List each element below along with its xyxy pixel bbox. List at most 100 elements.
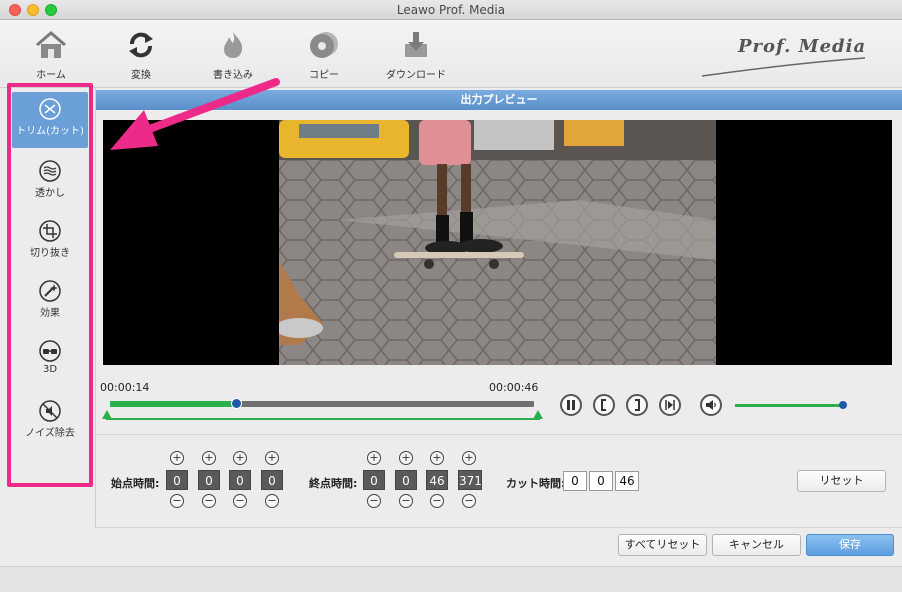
trim-end-handle[interactable] — [533, 410, 543, 419]
window-title: Leawo Prof. Media — [396, 3, 506, 17]
mark-in-icon — [601, 399, 606, 411]
noise-removal-icon — [39, 400, 61, 422]
sidebar-item-label: ノイズ除去 — [25, 428, 75, 439]
mark-out-icon — [635, 399, 640, 411]
volume-icon — [706, 400, 716, 410]
end-min-field[interactable]: 0 — [395, 470, 417, 490]
toolbar-home-label: ホーム — [36, 70, 66, 81]
toolbar-download[interactable]: ダウンロード — [376, 30, 456, 81]
timeline-thumb[interactable] — [231, 398, 243, 409]
convert-icon — [129, 32, 153, 58]
pause-icon — [567, 400, 575, 410]
crop-icon — [39, 220, 61, 242]
start-sec-plus-button[interactable]: + — [233, 451, 247, 465]
end-sec-minus-button[interactable]: − — [430, 494, 444, 508]
reset-all-button[interactable]: すべてリセット — [618, 534, 707, 556]
preview-header: 出力プレビュー — [96, 90, 902, 110]
toolbar-burn-label: 書き込み — [213, 70, 253, 81]
end-time-label: 終点時間: — [309, 477, 358, 490]
sidebar-item-label: トリム(カット) — [16, 126, 84, 137]
download-icon — [405, 32, 427, 57]
cut-hour-field: 0 — [563, 471, 587, 491]
start-hour-plus-button[interactable]: + — [170, 451, 184, 465]
sidebar-item-crop[interactable]: 切り抜き — [12, 214, 88, 270]
cut-min-field: 0 — [589, 471, 613, 491]
start-min-field[interactable]: 0 — [198, 470, 220, 490]
toolbar-copy[interactable]: コピー — [284, 30, 364, 81]
end-min-minus-button[interactable]: − — [399, 494, 413, 508]
cancel-button[interactable]: キャンセル — [712, 534, 801, 556]
end-ms-plus-button[interactable]: + — [462, 451, 476, 465]
skateboard-scene-image — [279, 120, 716, 365]
toolbar-home[interactable]: ホーム — [11, 30, 91, 81]
title-bar: Leawo Prof. Media — [0, 0, 902, 20]
end-sec-plus-button[interactable]: + — [430, 451, 444, 465]
timeline-track[interactable] — [110, 398, 534, 409]
volume-slider[interactable] — [735, 404, 843, 407]
effect-icon — [39, 280, 61, 302]
start-ms-field[interactable]: 0 — [261, 470, 283, 490]
home-icon — [36, 31, 66, 58]
end-ms-minus-button[interactable]: − — [462, 494, 476, 508]
start-sec-minus-button[interactable]: − — [233, 494, 247, 508]
pause-button[interactable] — [560, 394, 582, 416]
trim-icon — [39, 98, 61, 120]
start-hour-field[interactable]: 0 — [166, 470, 188, 490]
start-min-minus-button[interactable]: − — [202, 494, 216, 508]
divider — [96, 434, 902, 435]
sidebar-item-label: 透かし — [35, 188, 65, 199]
sidebar-item-label: 切り抜き — [30, 248, 70, 259]
cut-time-label: カット時間: — [506, 477, 566, 490]
end-ms-field[interactable]: 371 — [458, 470, 482, 490]
timeline-progress — [110, 401, 238, 407]
video-preview[interactable] — [103, 120, 892, 365]
reset-button[interactable]: リセット — [797, 470, 886, 492]
start-min-plus-button[interactable]: + — [202, 451, 216, 465]
end-hour-field[interactable]: 0 — [363, 470, 385, 490]
sidebar-item-label: 3D — [42, 364, 58, 375]
sidebar-item-effect[interactable]: 効果 — [12, 274, 88, 330]
start-sec-field[interactable]: 0 — [229, 470, 251, 490]
toolbar-copy-label: コピー — [309, 70, 339, 81]
sidebar-item-trim[interactable]: トリム(カット) — [12, 92, 88, 148]
start-time-label: 始点時間: — [111, 477, 160, 490]
start-ms-minus-button[interactable]: − — [265, 494, 279, 508]
watermark-icon — [39, 160, 61, 182]
status-bar — [0, 566, 902, 592]
mark-out-button[interactable] — [626, 394, 648, 416]
end-hour-plus-button[interactable]: + — [367, 451, 381, 465]
volume-button[interactable] — [700, 394, 722, 416]
end-sec-field[interactable]: 46 — [426, 470, 448, 490]
toolbar-download-label: ダウンロード — [386, 70, 446, 81]
brand-swoosh — [701, 57, 866, 77]
trim-range-line — [106, 418, 540, 420]
sidebar-item-label: 効果 — [40, 308, 60, 319]
main-toolbar: ホーム 変換 書き込み コピー ダウンロード Prof. Media — [0, 20, 902, 88]
burn-icon — [224, 32, 243, 58]
video-frame — [279, 120, 716, 365]
current-time: 00:00:14 — [100, 381, 150, 394]
brand-logo: Prof. Media — [738, 36, 867, 57]
toolbar-burn[interactable]: 書き込み — [193, 30, 273, 81]
cut-sec-field: 46 — [615, 471, 639, 491]
sidebar-item-watermark[interactable]: 透かし — [12, 154, 88, 210]
toolbar-convert[interactable]: 変換 — [101, 30, 181, 81]
save-button[interactable]: 保存 — [806, 534, 894, 556]
sidebar-item-noise-removal[interactable]: ノイズ除去 — [12, 394, 88, 450]
end-time: 00:00:46 — [489, 381, 539, 394]
end-hour-minus-button[interactable]: − — [367, 494, 381, 508]
3d-glasses-icon — [39, 340, 61, 362]
end-min-plus-button[interactable]: + — [399, 451, 413, 465]
trim-start-handle[interactable] — [102, 410, 112, 419]
divider — [96, 527, 902, 528]
edit-sidebar: トリム(カット) 透かし 切り抜き 効果 3D ノイズ除去 — [0, 88, 96, 528]
toolbar-convert-label: 変換 — [131, 70, 151, 81]
next-frame-icon — [665, 400, 675, 410]
sidebar-item-3d[interactable]: 3D — [12, 334, 88, 390]
mark-in-button[interactable] — [593, 394, 615, 416]
start-hour-minus-button[interactable]: − — [170, 494, 184, 508]
volume-thumb[interactable] — [839, 401, 847, 409]
next-frame-button[interactable] — [659, 394, 681, 416]
start-ms-plus-button[interactable]: + — [265, 451, 279, 465]
copy-disc-icon — [310, 32, 338, 58]
